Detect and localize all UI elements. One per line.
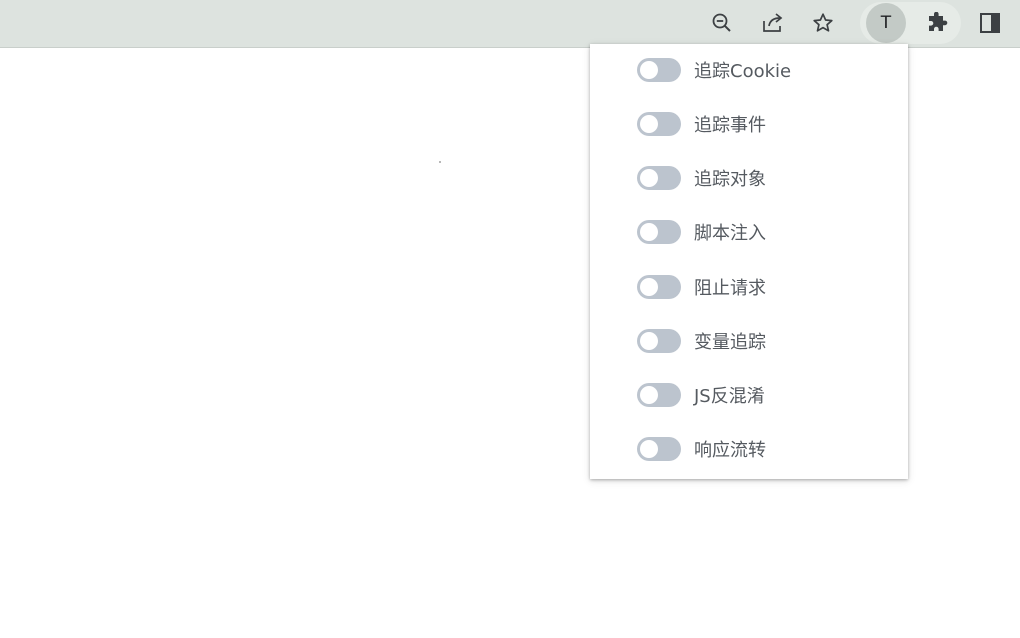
- toggle-row-js-deobfuscation[interactable]: JS反混淆: [637, 381, 765, 409]
- toggle-row-track-objects[interactable]: 追踪对象: [637, 164, 766, 192]
- switch-knob: [640, 278, 658, 296]
- toggle-label: 脚本注入: [694, 223, 766, 244]
- toggle-row-track-events[interactable]: 追踪事件: [637, 110, 766, 138]
- track-cookie-switch[interactable]: [637, 58, 681, 82]
- toggle-label: 追踪事件: [694, 115, 766, 136]
- switch-knob: [640, 386, 658, 404]
- switch-knob: [640, 332, 658, 350]
- t-extension-icon: T: [880, 12, 892, 33]
- toggle-label: 追踪Cookie: [694, 61, 792, 82]
- star-icon: [813, 13, 833, 32]
- switch-knob: [640, 223, 658, 241]
- toggle-row-response-flow[interactable]: 响应流转: [637, 435, 766, 463]
- zoom-out-button[interactable]: [704, 5, 740, 41]
- puzzle-icon: [929, 12, 948, 31]
- extension-popup-panel: 追踪Cookie 追踪事件 追踪对象 脚本注入 阻止请求 变量追踪 JS反混淆 …: [590, 44, 908, 479]
- variable-tracking-switch[interactable]: [637, 329, 681, 353]
- toggle-row-block-requests[interactable]: 阻止请求: [637, 273, 766, 301]
- toggle-label: 追踪对象: [694, 169, 766, 190]
- track-events-switch[interactable]: [637, 112, 681, 136]
- toggle-row-script-injection[interactable]: 脚本注入: [637, 218, 766, 246]
- extensions-button[interactable]: [919, 5, 955, 41]
- toggle-label: 阻止请求: [694, 278, 766, 299]
- js-deobfuscation-switch[interactable]: [637, 383, 681, 407]
- page-speck: [439, 161, 441, 163]
- bookmark-star-button[interactable]: [805, 5, 841, 41]
- toggle-label: JS反混淆: [694, 386, 765, 407]
- switch-knob: [640, 115, 658, 133]
- browser-toolbar: T: [0, 0, 1020, 48]
- zoom-out-icon: [712, 13, 731, 32]
- toggle-label: 变量追踪: [694, 332, 766, 353]
- side-panel-icon: [980, 13, 1000, 33]
- side-panel-button[interactable]: [972, 5, 1008, 41]
- block-requests-switch[interactable]: [637, 275, 681, 299]
- t-extension-button[interactable]: T: [866, 3, 906, 43]
- switch-knob: [640, 440, 658, 458]
- toggle-label: 响应流转: [694, 440, 766, 461]
- share-icon: [763, 13, 783, 32]
- script-injection-switch[interactable]: [637, 220, 681, 244]
- response-flow-switch[interactable]: [637, 437, 681, 461]
- toggle-row-track-cookie[interactable]: 追踪Cookie: [637, 56, 791, 84]
- track-objects-switch[interactable]: [637, 166, 681, 190]
- share-button[interactable]: [755, 5, 791, 41]
- toggle-row-variable-tracking[interactable]: 变量追踪: [637, 327, 766, 355]
- switch-knob: [640, 61, 658, 79]
- switch-knob: [640, 169, 658, 187]
